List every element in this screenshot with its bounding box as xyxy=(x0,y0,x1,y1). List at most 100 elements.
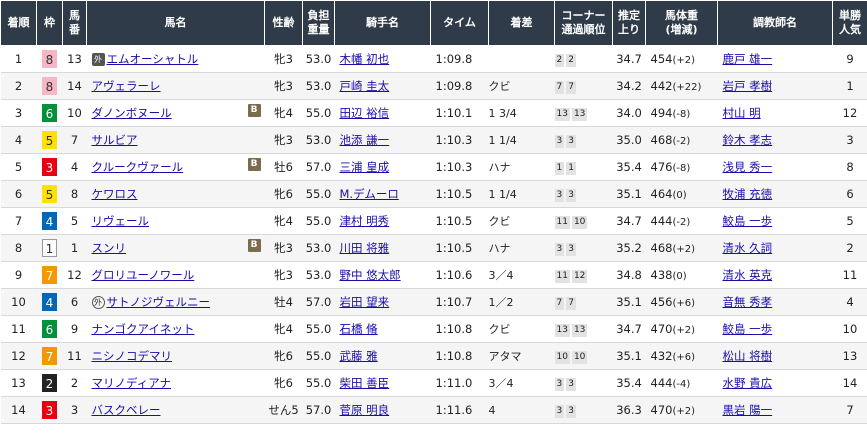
jockey-link[interactable]: 川田 将雅 xyxy=(340,241,390,255)
jockey-cell: 池添 謙一 xyxy=(334,126,431,154)
jockey-link[interactable]: 野中 悠太郎 xyxy=(340,268,401,282)
trainer-link[interactable]: 鈴木 孝志 xyxy=(723,133,773,147)
horse-name-link[interactable]: ダノンボヌール xyxy=(92,106,172,120)
jockey-link[interactable]: M.デムーロ xyxy=(340,187,399,201)
margin-cell: ハナ xyxy=(488,234,555,262)
popularity-cell: 9 xyxy=(832,45,867,73)
horse-number-cell: 5 xyxy=(62,207,87,235)
horse-name-link[interactable]: エムオーシャトル xyxy=(107,52,199,66)
corner-2: 13 xyxy=(571,108,588,121)
col-horse-name: 馬名 xyxy=(86,0,265,46)
popularity-cell: 3 xyxy=(832,126,867,154)
jockey-link[interactable]: 津村 明秀 xyxy=(340,214,390,228)
horse-name-link[interactable]: リヴェール xyxy=(92,214,150,228)
body-weight-value: 468 xyxy=(650,241,673,255)
horse-name-link[interactable]: ニシノコデマリ xyxy=(92,349,173,363)
corner-2: 3 xyxy=(566,243,576,256)
horse-name-link[interactable]: バスクベレー xyxy=(92,403,161,417)
trainer-link[interactable]: 清水 英克 xyxy=(723,268,773,282)
body-weight-value: 494 xyxy=(650,106,673,120)
rank-cell: 1 xyxy=(0,45,37,73)
corner-1: 2 xyxy=(554,54,565,67)
corner-1: 10 xyxy=(554,351,570,364)
trainer-link[interactable]: 音無 秀孝 xyxy=(723,295,773,309)
body-weight-diff: (-4) xyxy=(672,379,691,390)
weight-carried-cell: 55.0 xyxy=(302,207,335,235)
waku-cell: 7 xyxy=(36,342,63,370)
horse-name-link[interactable]: ケワロス xyxy=(92,187,138,201)
horse-number-cell: 4 xyxy=(62,153,87,181)
body-weight-value: 464 xyxy=(650,187,673,201)
horse-name-cell: 外エムオーシャトル xyxy=(86,45,265,73)
horse-name-link[interactable]: マリノディアナ xyxy=(92,376,171,390)
sex-age-cell: 牝3 xyxy=(264,126,303,154)
blinker-icon: B xyxy=(247,104,261,117)
jockey-link[interactable]: 三浦 皇成 xyxy=(340,160,390,174)
header-row: 着順 枠 馬 番 馬名 性齢 負担 重量 騎手名 タイム 着差 コーナー 通過順… xyxy=(0,0,867,46)
table-row: 9 7 12 グロリユーノワール 牝3 53.0 野中 悠太郎 1:10.6 3／4 11 12 34… xyxy=(0,261,867,289)
last3f-cell: 34.2 xyxy=(612,72,646,100)
trainer-cell: 浅見 秀一 xyxy=(717,153,833,181)
body-weight-value: 456 xyxy=(650,295,673,309)
body-weight-diff: (+6) xyxy=(672,352,695,363)
last3f-cell: 34.7 xyxy=(612,45,646,73)
horse-name-link[interactable]: クルークヴァール xyxy=(92,160,184,174)
jockey-link[interactable]: 石橋 脩 xyxy=(340,322,378,336)
waku-badge: 6 xyxy=(42,320,57,338)
horse-name-link[interactable]: グロリユーノワール xyxy=(92,268,195,282)
waku-cell: 5 xyxy=(36,180,63,208)
col-trainer: 調教師名 xyxy=(717,0,833,46)
jockey-link[interactable]: 池添 謙一 xyxy=(340,133,390,147)
jockey-link[interactable]: 木幡 初也 xyxy=(340,52,390,66)
trainer-link[interactable]: 鮫島 一歩 xyxy=(723,322,773,336)
jockey-link[interactable]: 柴田 善臣 xyxy=(340,376,390,390)
waku-badge: 4 xyxy=(42,212,57,230)
jockey-link[interactable]: 武藤 雅 xyxy=(340,349,378,363)
time-cell: 1:10.6 xyxy=(430,261,489,289)
body-weight-cell: 444(-4) xyxy=(645,369,718,397)
horse-name-link[interactable]: サトノジヴェルニー xyxy=(107,295,211,309)
table-row: 7 4 5 リヴェール 牝4 55.0 津村 明秀 1:10.5 クビ 11 10 34.7 444(-… xyxy=(0,207,867,235)
margin-cell: 1 1/4 xyxy=(488,180,555,208)
corner-cell: 33 xyxy=(554,180,613,208)
jockey-link[interactable]: 田辺 裕信 xyxy=(340,106,390,120)
body-weight-value: 442 xyxy=(650,79,673,93)
horse-name-link[interactable]: サルビア xyxy=(92,133,138,147)
corner-cell: 77 xyxy=(554,288,613,316)
horse-name-link[interactable]: スンリ xyxy=(92,241,127,255)
margin-cell: 4 xyxy=(488,396,555,424)
horse-name-link[interactable]: ナンゴクアイネット xyxy=(92,322,195,336)
time-cell: 1:10.5 xyxy=(430,180,489,208)
trainer-link[interactable]: 水野 貴広 xyxy=(723,376,773,390)
trainer-link[interactable]: 黒岩 陽一 xyxy=(723,403,773,417)
rank-cell: 12 xyxy=(0,342,37,370)
trainer-link[interactable]: 鹿戸 雄一 xyxy=(723,52,773,66)
body-weight-cell: 468(-2) xyxy=(645,126,718,154)
table-row: 14 3 3 バスクベレー せん5 57.0 菅原 明良 1:11.6 4 3 3 36.3 470(+… xyxy=(0,396,867,424)
jockey-link[interactable]: 岩田 望来 xyxy=(340,295,390,309)
horse-name-cell: スンリ B xyxy=(86,234,265,262)
body-weight-cell: 494(-8) xyxy=(645,99,718,127)
trainer-link[interactable]: 村山 明 xyxy=(723,106,761,120)
trainer-link[interactable]: 岩戸 孝樹 xyxy=(723,79,773,93)
trainer-link[interactable]: 浅見 秀一 xyxy=(723,160,773,174)
corner-cell: 77 xyxy=(554,72,613,100)
weight-carried-cell: 53.0 xyxy=(302,45,335,73)
last3f-cell: 35.2 xyxy=(612,234,646,262)
trainer-link[interactable]: 牧浦 充徳 xyxy=(723,187,773,201)
trainer-link[interactable]: 鮫島 一歩 xyxy=(723,214,773,228)
horse-number-cell: 14 xyxy=(62,72,87,100)
body-weight-diff: (+2) xyxy=(672,325,695,336)
body-weight-diff: (-8) xyxy=(672,163,691,174)
corner-1: 7 xyxy=(554,81,565,94)
rank-cell: 13 xyxy=(0,369,37,397)
corner-2: 3 xyxy=(566,405,576,418)
body-weight-value: 468 xyxy=(650,133,673,147)
popularity-cell: 4 xyxy=(832,288,867,316)
jockey-link[interactable]: 戸崎 圭太 xyxy=(340,79,390,93)
jockey-link[interactable]: 菅原 明良 xyxy=(340,403,390,417)
trainer-link[interactable]: 松山 将樹 xyxy=(723,349,773,363)
table-row: 10 4 6 外サトノジヴェルニー 牡4 57.0 岩田 望来 1:10.7 1／2 7 7 35.1… xyxy=(0,288,867,316)
trainer-link[interactable]: 清水 久詞 xyxy=(723,241,773,255)
horse-name-link[interactable]: アヴェラーレ xyxy=(92,79,161,93)
